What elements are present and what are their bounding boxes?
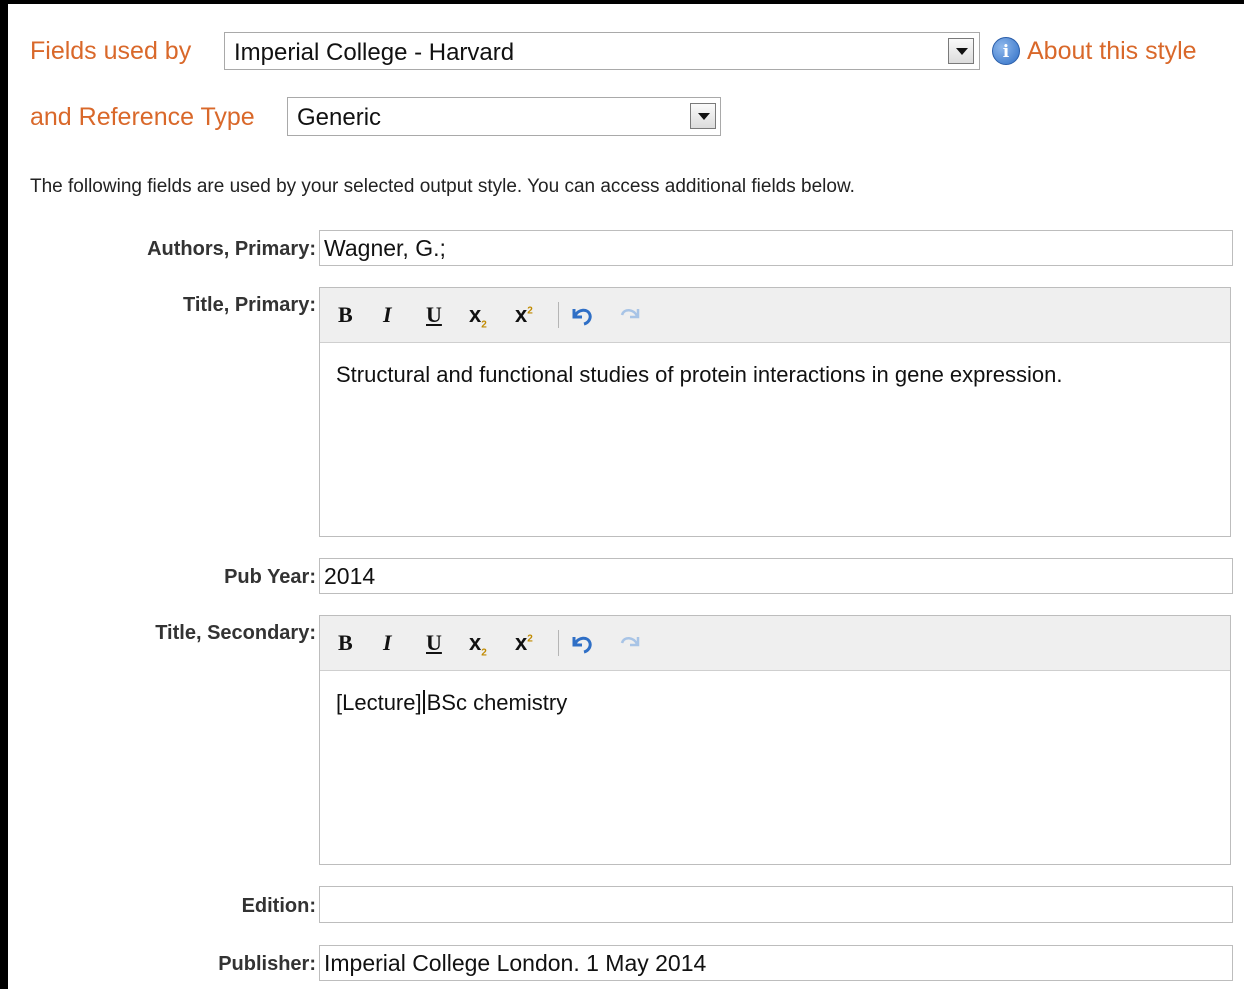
about-this-style-link[interactable]: About this style xyxy=(1027,37,1197,66)
title-primary-label: Title, Primary: xyxy=(182,294,316,316)
subscript-icon[interactable]: x2 xyxy=(469,630,487,658)
bold-icon[interactable]: B xyxy=(338,630,353,656)
output-style-select[interactable]: Imperial College - Harvard xyxy=(224,32,980,70)
title-secondary-text-after: BSc chemistry xyxy=(426,690,568,715)
authors-primary-input[interactable]: Wagner, G.; xyxy=(319,230,1233,266)
pub-year-input[interactable]: 2014 xyxy=(319,558,1233,594)
editor-toolbar: B I U x2 x2 xyxy=(320,616,1230,671)
undo-icon[interactable] xyxy=(568,629,596,657)
superscript-glyph: x xyxy=(515,630,528,655)
publisher-label: Publisher: xyxy=(218,953,316,975)
redo-icon[interactable] xyxy=(616,629,644,657)
subscript-glyph: x xyxy=(469,630,482,655)
pub-year-label: Pub Year: xyxy=(224,566,316,588)
undo-icon[interactable] xyxy=(568,301,596,329)
title-primary-editor[interactable]: B I U x2 x2 Structural and functional st… xyxy=(319,287,1231,537)
subscript-mark: 2 xyxy=(481,647,487,659)
authors-primary-label: Authors, Primary: xyxy=(147,238,316,260)
subscript-mark: 2 xyxy=(481,319,487,331)
superscript-icon[interactable]: x2 xyxy=(515,630,533,656)
italic-icon[interactable]: I xyxy=(383,302,392,328)
info-icon[interactable]: i xyxy=(992,37,1020,65)
superscript-icon[interactable]: x2 xyxy=(515,302,533,328)
title-primary-text: Structural and functional studies of pro… xyxy=(336,362,1063,387)
superscript-mark: 2 xyxy=(527,633,533,645)
title-secondary-label: Title, Secondary: xyxy=(155,622,316,644)
redo-icon[interactable] xyxy=(616,301,644,329)
reference-type-label: and Reference Type xyxy=(30,103,255,131)
publisher-input[interactable]: Imperial College London. 1 May 2014 xyxy=(319,945,1233,981)
text-caret xyxy=(422,690,425,714)
italic-icon[interactable]: I xyxy=(383,630,392,656)
subscript-icon[interactable]: x2 xyxy=(469,302,487,330)
reference-type-value: Generic xyxy=(297,104,382,131)
reference-type-select[interactable]: Generic xyxy=(287,97,721,136)
toolbar-separator xyxy=(558,630,559,656)
superscript-mark: 2 xyxy=(527,305,533,317)
toolbar-separator xyxy=(558,302,559,328)
title-secondary-editor[interactable]: B I U x2 x2 [Lecture] BSc chemistry xyxy=(319,615,1231,865)
intro-text: The following fields are used by your se… xyxy=(30,176,855,197)
bold-icon[interactable]: B xyxy=(338,302,353,328)
chevron-down-icon[interactable] xyxy=(690,103,716,129)
superscript-glyph: x xyxy=(515,302,528,327)
title-secondary-text[interactable]: [Lecture] BSc chemistry xyxy=(336,690,567,716)
underline-icon[interactable]: U xyxy=(426,630,442,656)
title-secondary-text-before: [Lecture] xyxy=(336,690,422,715)
output-style-value: Imperial College - Harvard xyxy=(234,39,515,66)
subscript-glyph: x xyxy=(469,302,482,327)
fields-used-by-label: Fields used by xyxy=(30,37,192,65)
edition-input[interactable] xyxy=(319,886,1233,923)
chevron-down-icon[interactable] xyxy=(948,38,974,64)
underline-icon[interactable]: U xyxy=(426,302,442,328)
editor-toolbar: B I U x2 x2 xyxy=(320,288,1230,343)
edition-label: Edition: xyxy=(241,895,316,917)
